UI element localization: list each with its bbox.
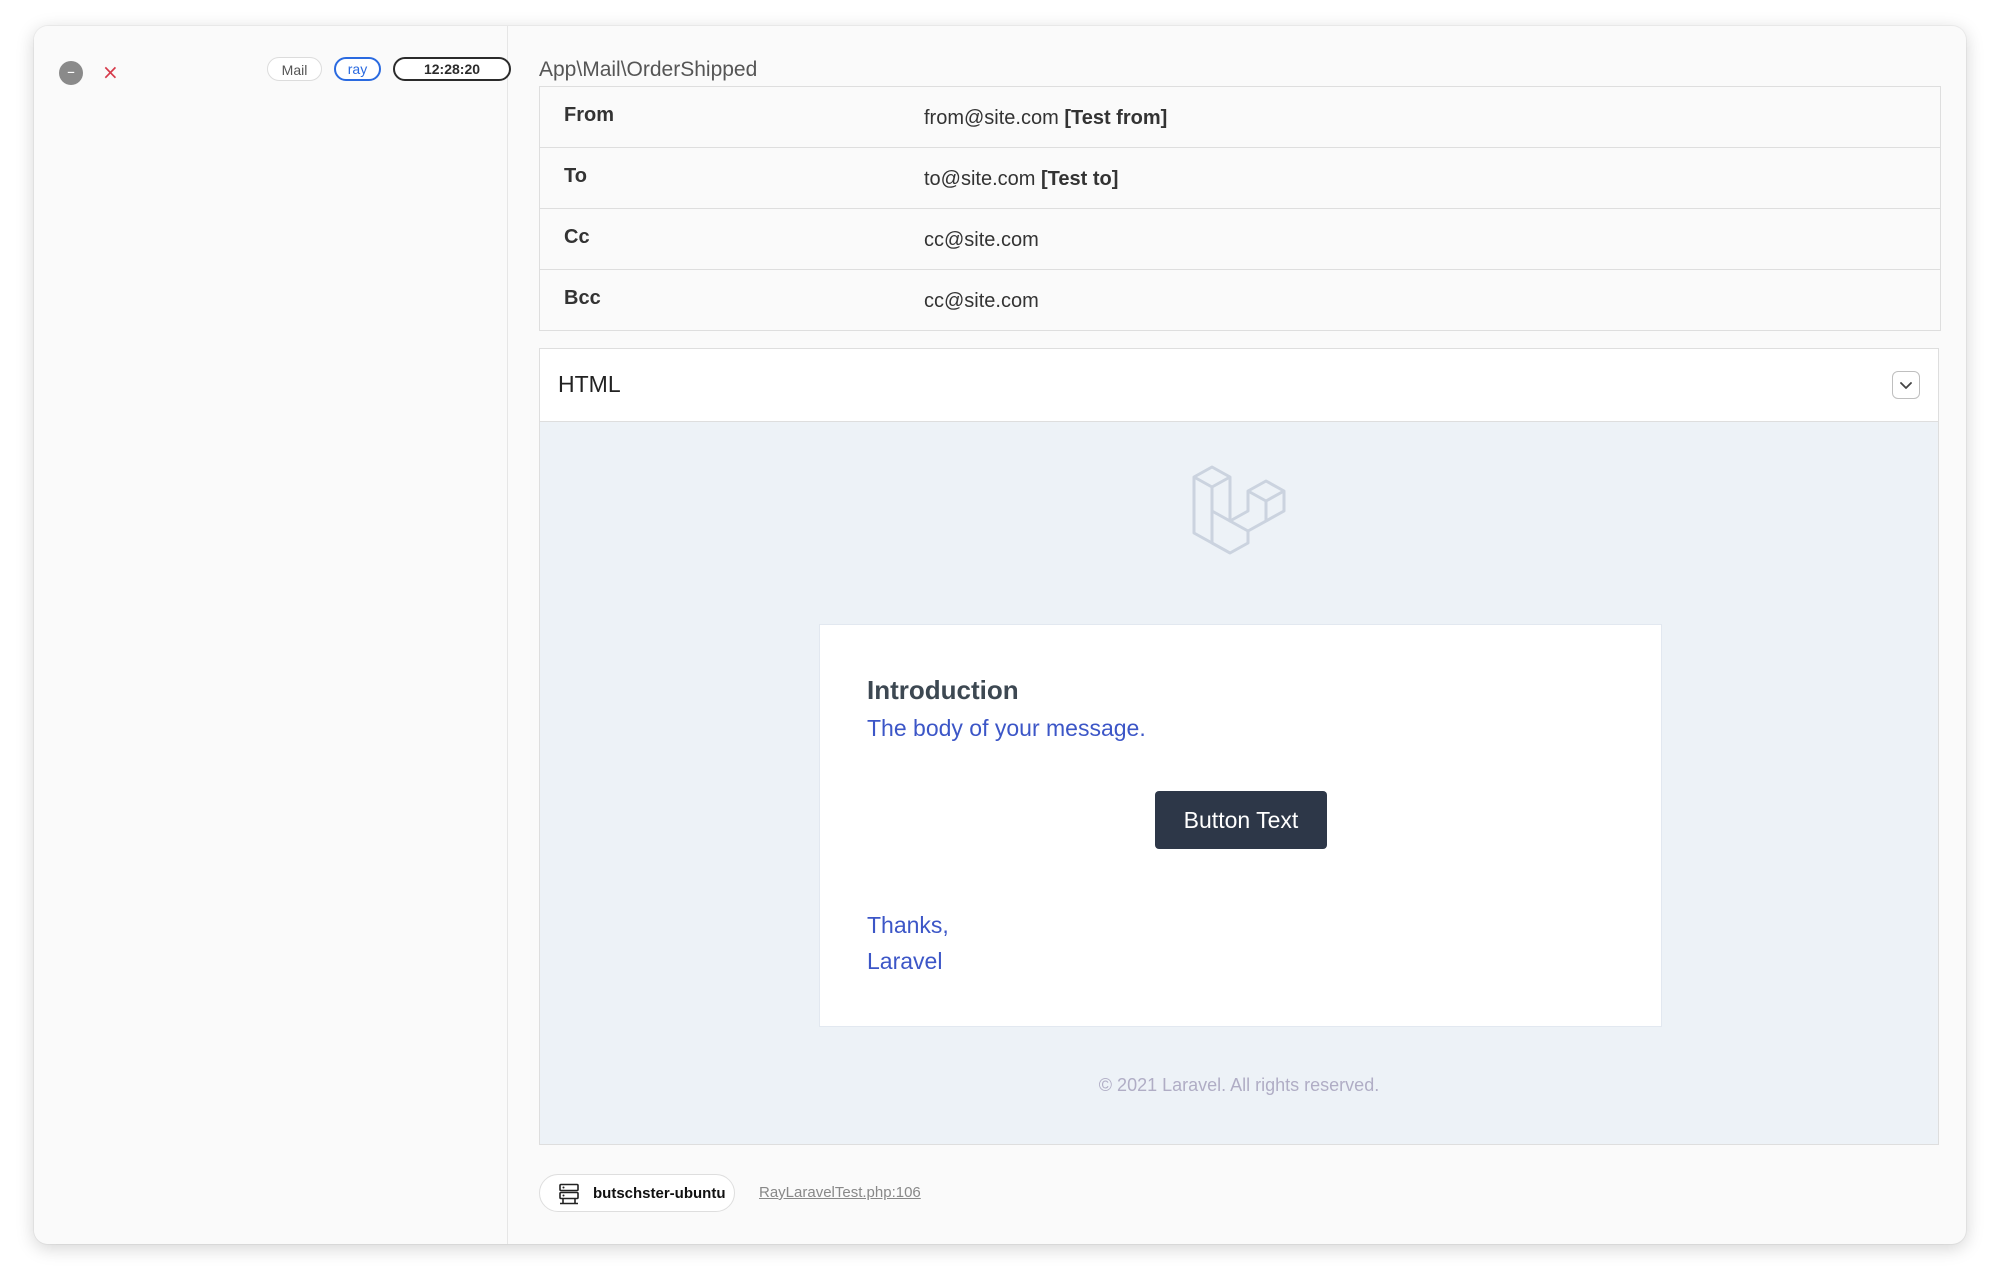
email-signoff: Thanks, Laravel xyxy=(867,907,949,979)
email-thanks: Thanks, xyxy=(867,912,949,938)
html-panel-title: HTML xyxy=(558,371,621,397)
close-icon[interactable]: × xyxy=(102,59,119,85)
header-value: from@site.com [Test from] xyxy=(924,107,1167,130)
header-key: To xyxy=(564,165,587,187)
email-footer: © 2021 Laravel. All rights reserved. xyxy=(1098,1075,1380,1095)
ray-window: – × Mail ray 12:28:20 App\Mail\OrderShip… xyxy=(34,26,1966,1244)
header-display-name: [Test to] xyxy=(1041,168,1119,190)
email-heading: Introduction xyxy=(867,675,1019,705)
html-panel-header[interactable]: HTML xyxy=(540,349,1938,422)
header-value: to@site.com [Test to] xyxy=(924,168,1118,191)
server-icon xyxy=(559,1183,579,1205)
header-address: to@site.com xyxy=(924,168,1036,190)
header-row-from: From from@site.com [Test from] xyxy=(540,87,1940,148)
minimize-icon[interactable]: – xyxy=(59,61,83,85)
header-value: cc@site.com xyxy=(924,229,1039,252)
header-row-to: To to@site.com [Test to] xyxy=(540,148,1940,209)
type-tag: Mail xyxy=(267,57,322,81)
mail-detail: App\Mail\OrderShipped From from@site.com… xyxy=(539,26,1941,1244)
email-body-text: The body of your message. xyxy=(867,715,1146,741)
hostname-badge: butschster-ubuntu xyxy=(539,1174,735,1212)
entry-sidebar: – × Mail ray 12:28:20 xyxy=(34,26,511,1244)
timestamp-tag: 12:28:20 xyxy=(393,57,511,81)
header-value: cc@site.com xyxy=(924,290,1039,313)
header-address: cc@site.com xyxy=(924,229,1039,251)
header-key: From xyxy=(564,104,614,126)
header-address: from@site.com xyxy=(924,107,1059,129)
source-file-link[interactable]: RayLaravelTest.php:106 xyxy=(759,1184,921,1201)
email-signature: Laravel xyxy=(867,948,943,974)
ray-tag[interactable]: ray xyxy=(334,57,381,81)
header-address: cc@site.com xyxy=(924,290,1039,312)
chevron-down-icon[interactable] xyxy=(1892,371,1920,399)
header-key: Bcc xyxy=(564,287,601,309)
email-body-card: Introduction The body of your message. B… xyxy=(819,624,1662,1027)
html-preview-panel: HTML Introduction The body of your messa… xyxy=(539,348,1939,1145)
laravel-logo-icon xyxy=(1192,465,1286,555)
header-row-bcc: Bcc cc@site.com xyxy=(540,270,1940,330)
header-row-cc: Cc cc@site.com xyxy=(540,209,1940,270)
mail-headers-table: From from@site.com [Test from] To to@sit… xyxy=(539,86,1941,331)
header-key: Cc xyxy=(564,226,590,248)
header-display-name: [Test from] xyxy=(1064,107,1168,129)
mailable-class-name: App\Mail\OrderShipped xyxy=(539,58,758,81)
email-action-button[interactable]: Button Text xyxy=(1155,791,1327,849)
hostname: butschster-ubuntu xyxy=(593,1185,726,1202)
